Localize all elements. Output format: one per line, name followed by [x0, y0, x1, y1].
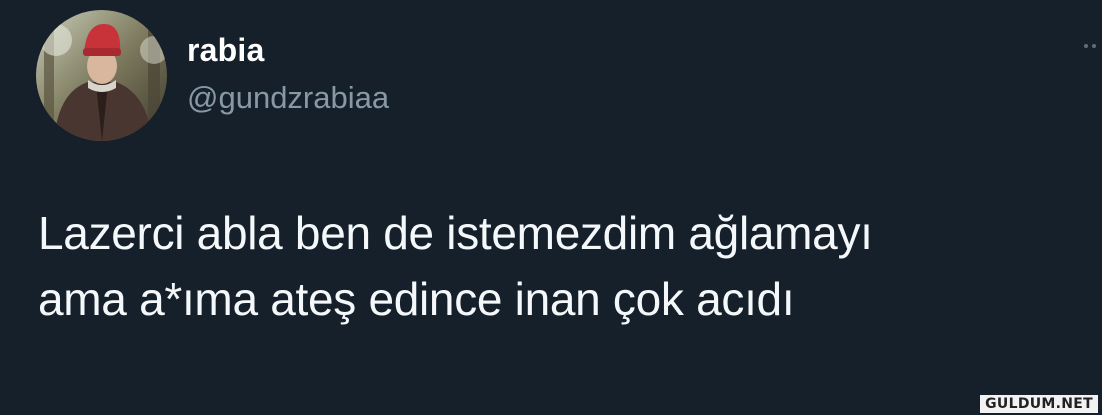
tweet-text: Lazerci abla ben de istemezdim ağlamayı …	[38, 200, 1088, 332]
watermark: GULDUM.NET	[980, 395, 1098, 413]
avatar[interactable]	[36, 10, 167, 141]
tweet-text-line: Lazerci abla ben de istemezdim ağlamayı	[38, 207, 873, 259]
tweet-text-line: ama a*ıma ateş edince inan çok acıdı	[38, 273, 795, 325]
user-handle[interactable]: @gundzrabiaa	[187, 80, 389, 116]
display-name[interactable]: rabia	[187, 32, 264, 69]
avatar-image	[36, 10, 167, 141]
tweet-card: rabia @gundzrabiaa Lazerci abla ben de i…	[0, 0, 1102, 415]
more-options-icon[interactable]	[1082, 38, 1102, 54]
